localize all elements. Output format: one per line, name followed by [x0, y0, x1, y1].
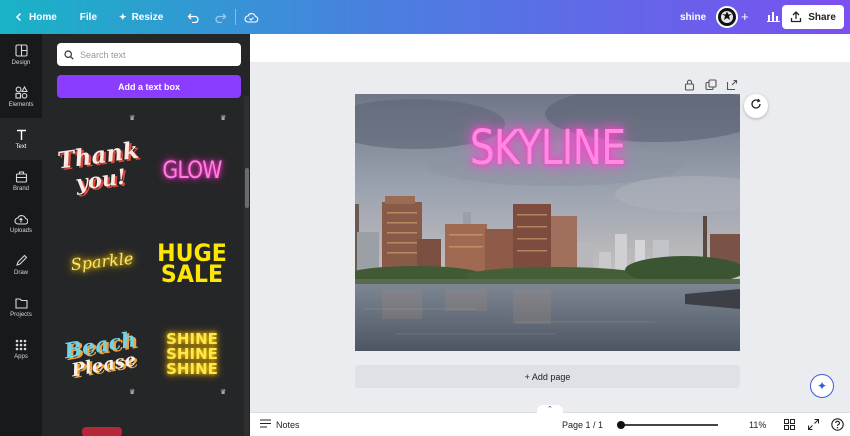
save-status-button[interactable] [244, 12, 259, 23]
divider [235, 9, 237, 25]
undo-icon [187, 12, 200, 23]
rail-label: Elements [8, 102, 34, 108]
rail-label: Projects [10, 311, 32, 318]
rail-item-brand[interactable]: Brand [0, 160, 42, 202]
regenerate-button[interactable] [744, 94, 768, 118]
bottom-bar: Notes ⌃ Page 1 / 1 11% [250, 405, 850, 436]
search-box[interactable] [57, 43, 241, 66]
file-menu[interactable]: File [80, 12, 97, 23]
text-style-glow[interactable]: GLOW [158, 156, 226, 184]
text-style-shine[interactable]: SHINE SHINE SHINE [152, 332, 232, 377]
file-label: File [79, 11, 98, 23]
avatar[interactable] [716, 6, 738, 28]
text-icon [15, 128, 28, 141]
rail-item-elements[interactable]: Elements [0, 76, 42, 118]
add-text-box-button[interactable]: Add a text box [57, 75, 241, 98]
text-style-thank-you[interactable]: Thank you! [56, 137, 144, 210]
style-line: SALE [160, 260, 224, 288]
shapes-icon [14, 86, 28, 99]
sparkles-icon: ✦ [816, 379, 828, 393]
add-collaborator-icon[interactable]: + [741, 9, 749, 24]
headline-text[interactable]: SKYLINE [390, 120, 706, 176]
pen-icon [15, 254, 28, 267]
notes-button[interactable]: Notes [260, 419, 300, 430]
apps-icon [15, 339, 27, 351]
rail-item-uploads[interactable]: Uploads [0, 202, 42, 244]
rail-label: Draw [13, 270, 28, 276]
fullscreen-icon[interactable] [807, 418, 820, 432]
crown-icon: ♛ [220, 389, 227, 396]
share-button[interactable]: Share [782, 5, 844, 29]
search-icon [64, 49, 74, 60]
rail-label: Text [15, 144, 27, 150]
rail-item-projects[interactable]: Projects [0, 286, 42, 328]
rail-label: Design [11, 60, 31, 66]
crown-icon: ♛ [129, 115, 136, 122]
top-bar: Home File ✦ Resize shine + Share [0, 0, 850, 34]
home-label: Home [29, 11, 57, 23]
notes-label: Notes [276, 419, 300, 430]
panel-scroll-thumb[interactable] [245, 168, 249, 208]
design-canvas[interactable]: SKYLINE [355, 94, 740, 351]
zoom-level[interactable]: 11% [749, 420, 766, 430]
brand-icon [15, 170, 28, 183]
chevron-left-icon [14, 12, 24, 22]
rail-item-design[interactable]: Design [0, 34, 42, 76]
help-icon[interactable] [831, 418, 844, 433]
redo-button[interactable] [214, 12, 227, 23]
share-upload-icon [790, 11, 802, 23]
text-style-huge-sale[interactable]: HUGE SALE [155, 241, 229, 288]
cloud-check-icon [244, 12, 259, 23]
crown-icon: ♛ [129, 389, 136, 396]
panel-scrollbar[interactable] [244, 96, 249, 436]
left-rail: Design Elements Text Brand Uploads Draw … [0, 34, 42, 436]
redo-icon [214, 12, 227, 23]
notes-icon [260, 419, 271, 430]
upload-icon [14, 213, 28, 225]
layout-icon [14, 44, 28, 57]
rail-item-apps[interactable]: Apps [0, 328, 42, 370]
context-toolbar [250, 34, 850, 62]
analytics-icon[interactable] [767, 10, 780, 25]
zoom-slider-handle[interactable] [617, 421, 625, 429]
rail-label: Uploads [9, 227, 32, 234]
rail-item-draw[interactable]: Draw [0, 244, 42, 286]
text-style-sparkle[interactable]: Sparkle [61, 248, 143, 275]
rail-label: Brand [12, 186, 29, 192]
search-input[interactable] [80, 49, 230, 60]
grid-view-icon[interactable] [784, 419, 795, 432]
rail-item-text[interactable]: Text [0, 118, 42, 160]
undo-button[interactable] [187, 12, 200, 23]
partial-text-style[interactable] [82, 427, 122, 436]
resize-label: Resize [131, 11, 164, 23]
home-button[interactable]: Home [14, 12, 57, 23]
text-style-beach-please[interactable]: Beach Please [59, 326, 145, 382]
resize-button[interactable]: ✦ Resize [119, 12, 163, 23]
add-page-button[interactable]: + Add page [355, 365, 740, 388]
project-name[interactable]: shine [680, 12, 706, 23]
page-indicator[interactable]: Page 1 / 1 [562, 420, 603, 430]
text-panel: Add a text box ♛ ♛ Thank you! GLOW Spark… [42, 34, 250, 436]
share-label: Share [808, 11, 836, 23]
style-line: SHINE [166, 360, 218, 378]
crown-icon: ♛ [220, 115, 227, 122]
rail-label: Apps [14, 353, 28, 360]
sparkle-icon: ✦ [119, 11, 127, 22]
chevron-up-icon: ⌃ [547, 406, 553, 413]
zoom-slider[interactable] [618, 424, 718, 426]
magic-assistant-button[interactable]: ✦ [810, 374, 834, 398]
refresh-icon [750, 97, 762, 115]
expand-pages-button[interactable]: ⌃ [537, 405, 563, 413]
folder-icon [14, 297, 28, 309]
